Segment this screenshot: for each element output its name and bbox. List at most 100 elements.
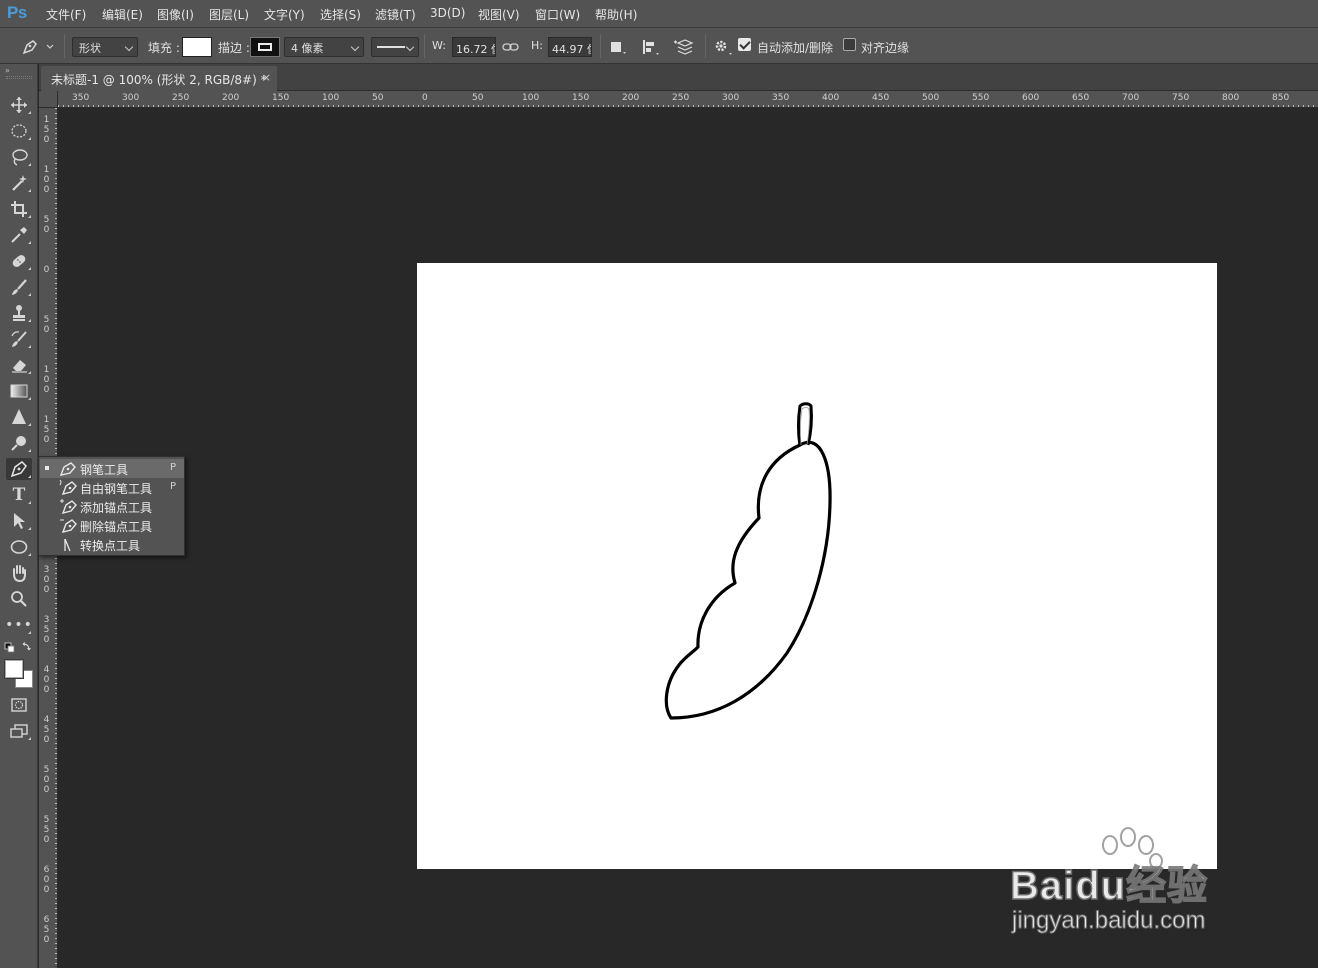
screen-mode-icon[interactable] [6,720,32,742]
ruler-label: 400 [43,665,50,695]
menu-filter[interactable]: 滤镜(T) [375,6,416,23]
gradient-icon[interactable] [6,380,32,402]
ruler-label: 550 [43,815,50,845]
fill-swatch[interactable] [182,37,212,57]
move-icon[interactable] [6,94,32,116]
path-selection-icon[interactable] [6,510,32,532]
type-icon[interactable]: T [6,484,32,506]
menu-file[interactable]: 文件(F) [46,6,86,23]
flyout-item-label: 自由钢笔工具 [80,482,153,496]
ruler-corner[interactable] [39,91,58,108]
flyout-item-label: 添加锚点工具 [80,501,153,515]
ruler-label: 150 [572,93,590,103]
document-canvas[interactable] [417,263,1217,869]
flyout-item-convert-point[interactable]: 转换点工具 [40,535,184,554]
link-icon[interactable] [502,37,520,57]
shortcut-key: P [169,481,176,492]
watermark-brand: Baidu经验 [1009,863,1209,909]
menu-window[interactable]: 窗口(W) [535,6,580,23]
stroke-swatch[interactable] [250,37,280,57]
menu-image[interactable]: 图像(I) [157,6,194,23]
ruler-label: 0 [43,265,50,275]
ruler-label: 500 [43,765,50,795]
menu-3d[interactable]: 3D(D) [430,6,465,20]
stroke-type-select[interactable] [371,37,419,57]
crop-icon[interactable] [6,198,32,220]
gear-icon[interactable] [712,37,734,57]
flyout-item-label: 删除锚点工具 [80,520,153,534]
lasso-icon[interactable] [6,146,32,168]
collapse-icon[interactable]: » [5,66,10,75]
fill-label: 填充 : [148,41,180,55]
path-operations-icon[interactable] [608,37,630,57]
stroke-label: 描边 : [218,41,250,55]
menu-bar: Ps 文件(F) 编辑(E) 图像(I) 图层(L) 文字(Y) 选择(S) 滤… [0,0,1318,28]
ruler-label: 100 [43,165,50,195]
ruler-label: 300 [722,93,740,103]
flyout-item-add-anchor[interactable]: 添加锚点工具 [40,497,184,516]
align-edges-checkbox[interactable] [843,38,856,51]
path-arrangement-icon[interactable] [672,37,698,57]
eyedropper-icon[interactable] [6,224,32,246]
document-tab-bar: 未标题-1 @ 100% (形状 2, RGB/8#) * × [39,64,1318,91]
dodge-icon[interactable] [6,432,32,454]
menu-help[interactable]: 帮助(H) [595,6,637,23]
auto-add-delete-checkbox[interactable] [738,38,751,51]
freeform-pen-icon [59,479,77,496]
default-colors-icon[interactable] [4,642,34,656]
flyout-item-label: 转换点工具 [80,539,141,553]
width-input[interactable]: 16.72 像 [452,37,496,57]
menu-type[interactable]: 文字(Y) [264,6,305,23]
quick-mask-icon[interactable] [6,694,32,716]
mode-select[interactable]: 形状 [72,37,138,57]
pen-icon[interactable] [6,458,32,480]
foreground-color-swatch[interactable] [5,660,23,678]
height-label: H: [531,39,543,52]
more-tools-icon[interactable]: ••• [5,614,32,636]
menu-edit[interactable]: 编辑(E) [102,6,143,23]
flyout-item-pen[interactable]: 钢笔工具 P [40,459,184,478]
document-tab[interactable]: 未标题-1 @ 100% (形状 2, RGB/8#) * × [41,66,277,91]
horizontal-ruler[interactable]: 350 300 250 200 150 100 50 0 50 100 150 200 250 300 35… [58,91,1318,108]
menu-view[interactable]: 视图(V) [478,6,520,23]
options-bar: 形状 填充 : 描边 : 4 像素 W: 16.72 像 H: 44.97 像 … [0,28,1318,64]
app-logo: Ps [7,3,27,22]
ellipse-shape-icon[interactable] [6,536,32,558]
hand-icon[interactable] [6,562,32,584]
history-brush-icon[interactable] [6,328,32,350]
flyout-item-freeform-pen[interactable]: 自由钢笔工具 P [40,478,184,497]
healing-brush-icon[interactable] [6,250,32,272]
path-alignment-icon[interactable] [640,37,662,57]
zoom-icon[interactable] [6,588,32,610]
height-input[interactable]: 44.97 像 [548,37,592,57]
ruler-label: 500 [922,93,940,103]
bean-pod-shape-path[interactable] [417,263,1217,869]
clone-stamp-icon[interactable] [6,302,32,324]
ruler-label: 400 [822,93,840,103]
flyout-item-delete-anchor[interactable]: 删除锚点工具 [40,516,184,535]
ruler-label: 150 [272,93,290,103]
ruler-label: 650 [43,915,50,945]
brush-icon[interactable] [6,276,32,298]
toolbox: » T ••• [0,64,38,968]
delete-anchor-icon [60,519,77,534]
flyout-item-label: 钢笔工具 [80,463,129,477]
shortcut-key: P [169,462,176,473]
tool-preset-picker[interactable] [18,37,58,57]
close-icon[interactable]: × [262,71,271,84]
blur-icon[interactable] [6,406,32,428]
pen-tool-flyout-menu: 钢笔工具 P 自由钢笔工具 P 添加锚点工具 删除锚点工具 转换点工具 [38,456,185,556]
ruler-label: 50 [472,93,484,103]
ruler-label: 100 [522,93,540,103]
menu-select[interactable]: 选择(S) [320,6,361,23]
ruler-label: 600 [1022,93,1040,103]
eraser-icon[interactable] [6,354,32,376]
stroke-width-select[interactable]: 4 像素 [284,37,364,57]
ruler-label: 350 [43,615,50,645]
ellipse-marquee-icon[interactable] [6,120,32,142]
toolbox-grip[interactable] [6,76,32,79]
ruler-label: 50 [43,315,50,335]
magic-wand-icon[interactable] [6,172,32,194]
menu-layer[interactable]: 图层(L) [209,6,249,23]
add-anchor-icon [60,499,77,515]
